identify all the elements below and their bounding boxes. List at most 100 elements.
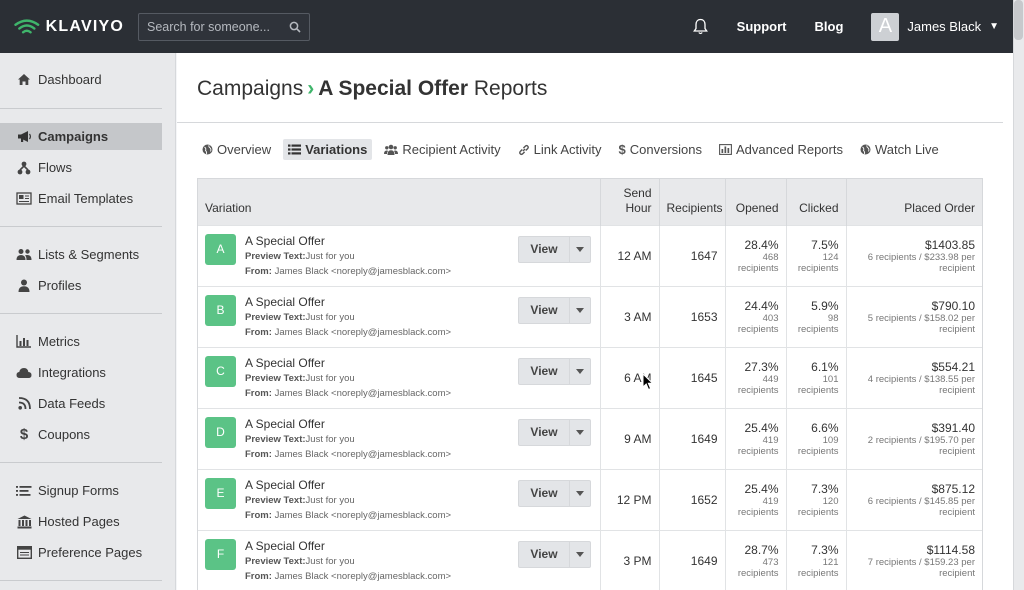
sidebar-item-flows[interactable]: Flows bbox=[0, 154, 162, 181]
clicked-rate: 7.5% bbox=[811, 237, 839, 252]
view-button[interactable]: View bbox=[518, 296, 570, 324]
sidebar-item-integrations[interactable]: Integrations bbox=[0, 359, 162, 386]
clicked-cell: 5.9% 98 recipients bbox=[785, 286, 846, 347]
tab-label: Overview bbox=[217, 142, 272, 157]
sidebar-item-metrics[interactable]: Metrics bbox=[0, 328, 162, 355]
tab-advanced-reports[interactable]: Advanced Reports bbox=[714, 139, 848, 160]
sidebar-item-campaigns[interactable]: Campaigns bbox=[0, 123, 162, 150]
sidebar-item-profiles[interactable]: Profiles bbox=[0, 272, 162, 299]
order-detail: 4 recipients / $138.55 per bbox=[867, 373, 975, 385]
header-label: Hour bbox=[625, 200, 652, 215]
header-placed-order[interactable]: Placed Order bbox=[845, 179, 982, 225]
send-hour-cell: 12 PM bbox=[599, 469, 659, 530]
tab-variations[interactable]: Variations bbox=[283, 139, 373, 160]
header-recipients[interactable]: Recipients bbox=[658, 179, 725, 225]
header-label: Send bbox=[623, 185, 652, 200]
sidebar-item-dashboard[interactable]: Dashboard bbox=[0, 66, 162, 93]
variation-cell: F A Special Offer Preview Text:Just for yo… bbox=[198, 530, 600, 590]
tab-link-activity[interactable]: Link Activity bbox=[513, 139, 607, 160]
sidebar-item-label: Integrations bbox=[38, 365, 106, 380]
view-dropdown-button[interactable] bbox=[570, 540, 591, 568]
placed-order-cell: $1403.85 6 recipients / $233.98 per recipi… bbox=[845, 225, 982, 286]
view-dropdown-button[interactable] bbox=[570, 357, 591, 385]
preview-value: Just for you bbox=[305, 494, 355, 506]
tab-watch-live[interactable]: Watch Live bbox=[855, 139, 944, 160]
placed-order-cell: $875.12 6 recipients / $145.85 per recipie… bbox=[845, 469, 982, 530]
order-detail-unit: recipient bbox=[939, 506, 975, 518]
opened-unit: recipients bbox=[737, 445, 779, 457]
sidebar-item-email-templates[interactable]: Email Templates bbox=[0, 185, 162, 212]
breadcrumb-campaigns[interactable]: Campaigns bbox=[197, 77, 303, 100]
variations-table: Variation Send Hour Recipients Opened Cli… bbox=[197, 178, 983, 590]
view-dropdown-button[interactable] bbox=[570, 479, 591, 507]
order-detail-unit: recipient bbox=[939, 445, 975, 457]
users-icon bbox=[16, 247, 32, 263]
recipients-cell: 1649 bbox=[658, 408, 725, 469]
page-scrollbar[interactable] bbox=[1013, 0, 1024, 590]
sidebar-item-lists-segments[interactable]: Lists & Segments bbox=[0, 241, 162, 268]
header-send-hour[interactable]: Send Hour bbox=[599, 179, 659, 225]
report-tabs: Overview Variations Recipient Activity L… bbox=[197, 139, 951, 160]
opened-rate: 28.4% bbox=[744, 237, 779, 252]
variation-preview-text: Preview Text:Just for you bbox=[245, 434, 355, 445]
clicked-cell: 7.3% 120 recipients bbox=[785, 469, 846, 530]
view-dropdown-button[interactable] bbox=[570, 418, 591, 446]
tab-recipient-activity[interactable]: Recipient Activity bbox=[379, 139, 505, 160]
from-value: James Black <noreply@jamesblack.com> bbox=[274, 265, 452, 277]
variation-letter-badge: C bbox=[205, 355, 236, 387]
blog-link[interactable]: Blog bbox=[815, 19, 844, 34]
from-value: James Black <noreply@jamesblack.com> bbox=[274, 570, 452, 582]
view-dropdown-button[interactable] bbox=[570, 235, 591, 263]
top-right-nav: Support Blog A James Black ▼ bbox=[691, 0, 1013, 53]
klaviyo-logo[interactable]: KLAVIYO bbox=[14, 15, 124, 39]
view-button[interactable]: View bbox=[518, 479, 570, 507]
sidebar-item-preference-pages[interactable]: Preference Pages bbox=[0, 539, 162, 566]
opened-rate: 28.7% bbox=[744, 542, 779, 557]
sidebar-item-label: Coupons bbox=[38, 427, 91, 442]
variation-cell: C A Special Offer Preview Text:Just for yo… bbox=[198, 347, 600, 408]
opened-rate: 25.4% bbox=[744, 420, 779, 435]
opened-rate: 25.4% bbox=[744, 481, 779, 496]
clicked-rate: 5.9% bbox=[811, 298, 839, 313]
send-hour-cell: 12 AM bbox=[599, 225, 659, 286]
user-menu[interactable]: A James Black ▼ bbox=[871, 12, 999, 41]
search-box[interactable] bbox=[138, 12, 310, 41]
newspaper-icon bbox=[16, 191, 32, 207]
variation-preview-text: Preview Text:Just for you bbox=[245, 495, 355, 506]
preview-value: Just for you bbox=[305, 433, 355, 445]
header-opened[interactable]: Opened bbox=[724, 179, 786, 225]
bell-icon[interactable] bbox=[691, 17, 711, 37]
view-button[interactable]: View bbox=[518, 418, 570, 446]
send-hour-cell: 3 AM bbox=[599, 286, 659, 347]
tab-overview[interactable]: Overview bbox=[197, 139, 276, 160]
variation-subject: A Special Offer bbox=[245, 416, 325, 431]
sidebar-item-data-feeds[interactable]: Data Feeds bbox=[0, 390, 162, 417]
scrollbar-thumb[interactable] bbox=[1014, 0, 1023, 40]
opened-rate: 27.3% bbox=[744, 359, 779, 374]
sidebar-item-hosted-pages[interactable]: Hosted Pages bbox=[0, 508, 162, 535]
search-icon[interactable] bbox=[289, 21, 301, 33]
header-clicked[interactable]: Clicked bbox=[785, 179, 846, 225]
variation-subject: A Special Offer bbox=[245, 233, 325, 248]
opened-count: 419 bbox=[762, 434, 779, 446]
order-detail-unit: recipient bbox=[939, 567, 975, 579]
view-button[interactable]: View bbox=[518, 235, 570, 263]
clicked-unit: recipients bbox=[797, 323, 839, 335]
view-button[interactable]: View bbox=[518, 540, 570, 568]
search-input[interactable] bbox=[147, 19, 289, 34]
tab-conversions[interactable]: $ Conversions bbox=[614, 139, 708, 160]
dollar-icon: $ bbox=[618, 142, 626, 157]
support-link[interactable]: Support bbox=[737, 19, 787, 34]
sidebar-item-label: Lists & Segments bbox=[38, 247, 140, 262]
opened-count: 419 bbox=[762, 495, 779, 507]
sidebar-item-coupons[interactable]: $ Coupons bbox=[0, 421, 162, 448]
from-value: James Black <noreply@jamesblack.com> bbox=[274, 509, 452, 521]
link-icon bbox=[518, 144, 530, 156]
header-label: Clicked bbox=[799, 200, 839, 215]
order-detail: 7 recipients / $159.23 per bbox=[867, 556, 975, 568]
sidebar-item-signup-forms[interactable]: Signup Forms bbox=[0, 477, 162, 504]
view-dropdown-button[interactable] bbox=[570, 296, 591, 324]
view-button[interactable]: View bbox=[518, 357, 570, 385]
chevron-down-icon: ▼ bbox=[989, 21, 999, 32]
send-hour-cell: 3 PM bbox=[599, 530, 659, 590]
